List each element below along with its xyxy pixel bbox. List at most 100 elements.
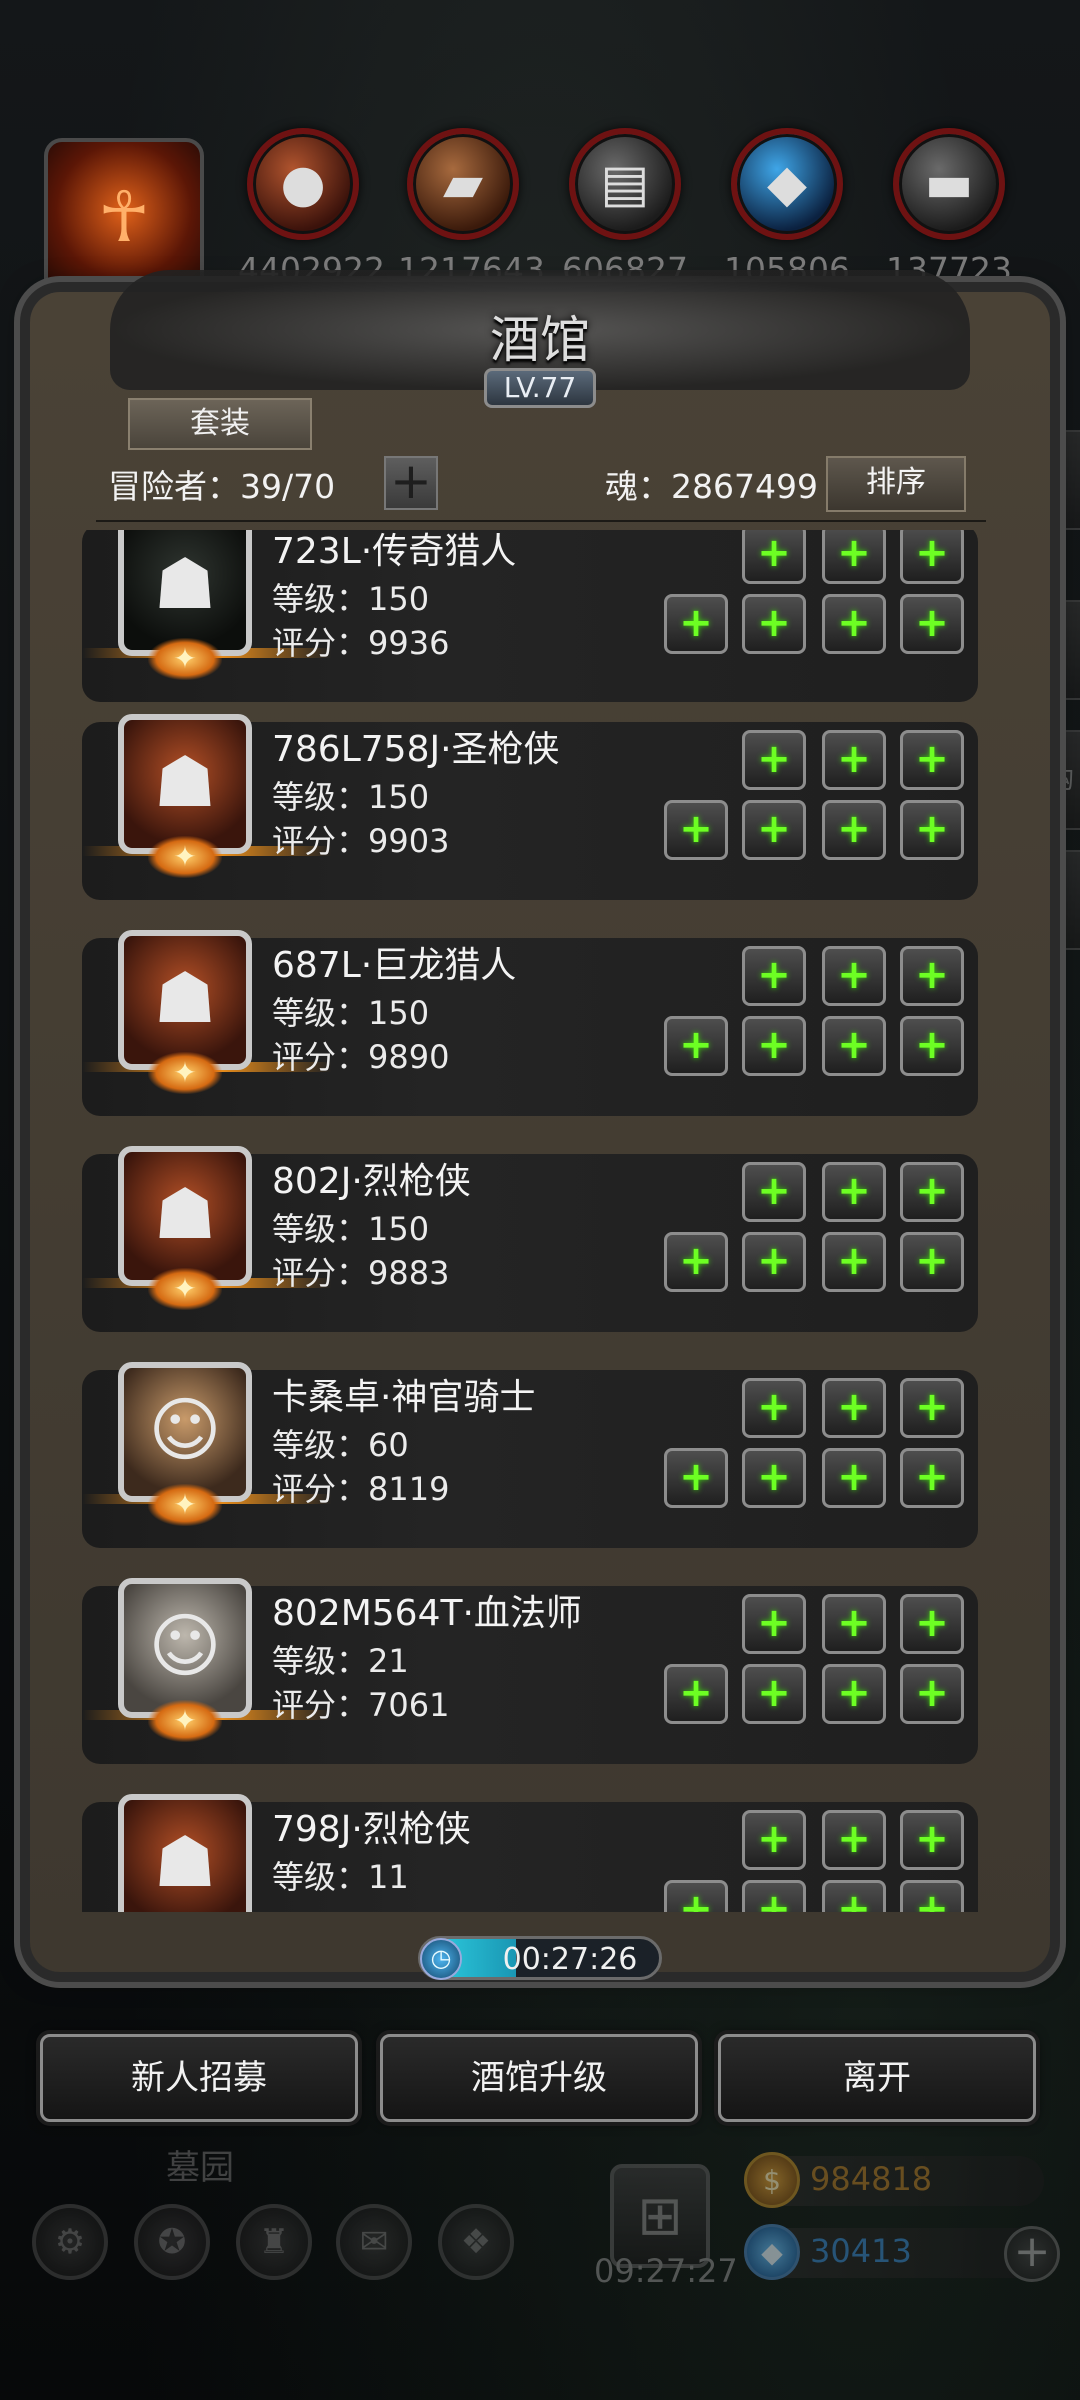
recruit-button[interactable]: 新人招募 [40,2034,358,2122]
weapon-slot-icon[interactable]: + [664,1232,728,1292]
armor-slot-icon[interactable]: + [742,1880,806,1912]
amulet-slot-icon[interactable]: + [822,530,886,584]
meat-icon: ● [247,128,359,240]
crystal-icon: ◆ [731,128,843,240]
gold-coin-icon: $ [744,2152,800,2208]
hero-row[interactable]: ☗ 798J·烈枪侠 等级：11 + + + + + + + [82,1794,978,1912]
helmet-slot-icon[interactable]: + [742,1810,806,1870]
hero-name: 723L·传奇猎人 [272,531,517,572]
rarity-emblem-icon: ✦ [148,1700,222,1742]
hero-portrait[interactable]: ☗ [118,1794,252,1912]
amulet-slot-icon[interactable]: + [822,1594,886,1654]
resource-stone: ▤ 606827 [560,128,690,289]
hero-row[interactable]: ☗ ✦ 802J·烈枪侠 等级：150 评分：9883 + + + + + + … [82,1146,978,1332]
weapon-slot-icon[interactable]: + [664,594,728,654]
weapon-slot-icon[interactable]: + [664,800,728,860]
ring-slot-icon[interactable]: + [822,594,886,654]
hero-portrait[interactable]: ☗ [118,714,252,854]
leave-button[interactable]: 离开 [718,2034,1036,2122]
hero-portrait[interactable]: ☗ [118,930,252,1070]
helmet-slot-icon[interactable]: + [742,1594,806,1654]
hero-name: 802J·烈枪侠 [272,1161,471,1202]
helmet-slot-icon[interactable]: + [742,530,806,584]
resource-meat: ● 4402922 [238,128,385,289]
gloves-slot-icon[interactable]: + [900,946,964,1006]
hero-score: 评分：7061 [272,1686,450,1724]
hero-row[interactable]: ☺ ✦ 卡桑卓·神官骑士 等级：60 评分：8119 + + + + + + + [82,1362,978,1548]
set-tab-button[interactable]: 套装 [128,398,312,450]
add-adventurer-slot-button[interactable]: + [384,456,438,510]
hero-portrait[interactable]: ☺ [118,1362,252,1502]
hero-score: 评分：9903 [272,822,450,860]
boots-slot-icon[interactable]: + [900,594,964,654]
hero-name: 卡桑卓·神官骑士 [272,1377,536,1418]
ring-slot-icon[interactable]: + [822,1448,886,1508]
armor-slot-icon[interactable]: + [742,1232,806,1292]
gloves-slot-icon[interactable]: + [900,1810,964,1870]
amulet-slot-icon[interactable]: + [822,946,886,1006]
hero-level: 等级：150 [272,778,430,816]
location-label: 墓园 [166,2148,234,2188]
gift-timer: 09:27:27 [594,2252,738,2290]
hero-level: 等级：150 [272,1210,430,1248]
boots-slot-icon[interactable]: + [900,1880,964,1912]
amulet-slot-icon[interactable]: + [822,1810,886,1870]
helmet-slot-icon[interactable]: + [742,730,806,790]
hero-score: 评分：8119 [272,1470,450,1508]
refresh-timer: 00:27:26 [502,1942,638,1977]
ring-slot-icon[interactable]: + [822,1016,886,1076]
gloves-slot-icon[interactable]: + [900,1162,964,1222]
gloves-slot-icon[interactable]: + [900,530,964,584]
hero-portrait[interactable]: ☗ [118,1146,252,1286]
ring-slot-icon[interactable]: + [822,1664,886,1724]
upgrade-tavern-button[interactable]: 酒馆升级 [380,2034,698,2122]
weapon-slot-icon[interactable]: + [664,1880,728,1912]
amulet-slot-icon[interactable]: + [822,1378,886,1438]
hero-level: 等级：21 [272,1642,409,1680]
rarity-emblem-icon: ✦ [148,1484,222,1526]
hero-menu-button[interactable]: ✪ [134,2204,210,2280]
gloves-slot-icon[interactable]: + [900,1594,964,1654]
sort-button[interactable]: 排序 [826,456,966,512]
hero-level: 等级：11 [272,1858,409,1896]
gear-menu-button[interactable]: ⚙ [32,2204,108,2280]
armor-slot-icon[interactable]: + [742,1016,806,1076]
helmet-slot-icon[interactable]: + [742,946,806,1006]
armor-slot-icon[interactable]: + [742,800,806,860]
armor-slot-icon[interactable]: + [742,1664,806,1724]
weapon-slot-icon[interactable]: + [664,1016,728,1076]
helmet-slot-icon[interactable]: + [742,1162,806,1222]
boots-slot-icon[interactable]: + [900,1016,964,1076]
hero-name: 802M564T·血法师 [272,1593,582,1634]
armor-slot-icon[interactable]: + [742,594,806,654]
rarity-emblem-icon: ✦ [148,836,222,878]
hero-list[interactable]: ☗ ✦ 723L·传奇猎人 等级：150 评分：9936 + + + + + +… [82,530,978,1912]
rarity-emblem-icon: ✦ [148,638,222,680]
gloves-slot-icon[interactable]: + [900,730,964,790]
amulet-slot-icon[interactable]: + [822,730,886,790]
armor-slot-icon[interactable]: + [742,1448,806,1508]
hero-row[interactable]: ☗ ✦ 687L·巨龙猎人 等级：150 评分：9890 + + + + + +… [82,930,978,1116]
boots-slot-icon[interactable]: + [900,1664,964,1724]
hero-row[interactable]: ☗ ✦ 786L758J·圣枪侠 等级：150 评分：9903 + + + + … [82,714,978,900]
guild-menu-button[interactable]: ♜ [236,2204,312,2280]
amulet-slot-icon[interactable]: + [822,1162,886,1222]
hero-portrait[interactable]: ☺ [118,1578,252,1718]
boots-slot-icon[interactable]: + [900,800,964,860]
gloves-slot-icon[interactable]: + [900,1378,964,1438]
boots-slot-icon[interactable]: + [900,1232,964,1292]
add-currency-button[interactable]: + [1004,2226,1060,2282]
resource-wood: ▰ 1217643 [398,128,545,289]
ring-slot-icon[interactable]: + [822,1880,886,1912]
hero-level: 等级：150 [272,580,430,618]
helmet-slot-icon[interactable]: + [742,1378,806,1438]
ring-slot-icon[interactable]: + [822,1232,886,1292]
weapon-slot-icon[interactable]: + [664,1448,728,1508]
hero-row[interactable]: ☺ ✦ 802M564T·血法师 等级：21 评分：7061 + + + + +… [82,1578,978,1764]
cube-menu-button[interactable]: ❖ [438,2204,514,2280]
boots-slot-icon[interactable]: + [900,1448,964,1508]
hero-row[interactable]: ☗ ✦ 723L·传奇猎人 等级：150 评分：9936 + + + + + +… [82,530,978,702]
ring-slot-icon[interactable]: + [822,800,886,860]
weapon-slot-icon[interactable]: + [664,1664,728,1724]
mail-menu-button[interactable]: ✉ [336,2204,412,2280]
